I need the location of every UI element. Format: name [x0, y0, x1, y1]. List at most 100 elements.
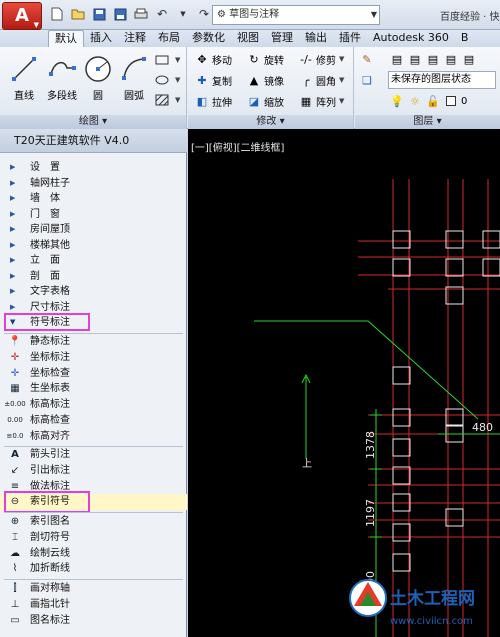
- expand-arrow-icon: ▶: [10, 194, 16, 203]
- tool-elevation-align[interactable]: ≡0.0 标高对齐: [0, 428, 187, 444]
- arc-icon: [116, 51, 152, 87]
- section-symbol-icon: ⌶: [12, 532, 18, 544]
- stretch-tool[interactable]: ◧ 拉伸: [194, 92, 232, 110]
- workspace-select[interactable]: ⚙ 草图与注释 ▼: [212, 5, 380, 25]
- scale-tool[interactable]: ◪ 缩放: [246, 92, 284, 110]
- current-layer-select[interactable]: 💡 ☼ 🔓 0: [389, 92, 467, 110]
- redo-icon[interactable]: ↷: [195, 5, 213, 23]
- stretch-label: 拉伸: [212, 97, 232, 109]
- copy-tool[interactable]: ✚ 复制: [194, 71, 232, 89]
- tool-leader-annotation[interactable]: ↙ 引出标注: [0, 463, 187, 479]
- coordinate-icon: ✛: [10, 352, 20, 364]
- mirror-tool[interactable]: ▲ 镜像: [246, 71, 284, 89]
- rotate-tool[interactable]: ↻ 旋转: [246, 50, 284, 68]
- tool-section-symbol[interactable]: ⌶ 剖切符号: [0, 530, 187, 546]
- new-file-icon[interactable]: [48, 5, 66, 23]
- modify-panel: ✥ 移动 ↻ 旋转 -/- 修剪 ▼ ✚ 复制 ▲ 镜像 ╭ 圆角 ▼ ◧ 拉伸: [188, 47, 354, 129]
- tab-default[interactable]: 默认: [48, 30, 84, 47]
- fillet-tool[interactable]: ╭ 圆角 ▼: [298, 71, 345, 89]
- tab-manage[interactable]: 管理: [265, 30, 299, 47]
- save-as-icon[interactable]: [111, 5, 129, 23]
- layer-state-select[interactable]: 未保存的图层状态: [388, 71, 496, 89]
- ellipse-tool[interactable]: ▼: [154, 71, 180, 89]
- open-folder-icon[interactable]: [69, 5, 87, 23]
- draw-panel-title[interactable]: 绘图 ▾: [0, 115, 186, 129]
- tool-break-line[interactable]: ⌇ 加折断线: [0, 561, 187, 577]
- tool-static-annotation[interactable]: 📍 静态标注: [0, 334, 187, 350]
- tab-autodesk-360[interactable]: Autodesk 360: [367, 30, 455, 47]
- undo-dropdown-icon[interactable]: ▼: [174, 5, 192, 23]
- drawing-canvas[interactable]: [一][俯视][二维线框] 1378 1197 480 上: [188, 129, 500, 637]
- move-tool[interactable]: ✥ 移动: [194, 50, 232, 68]
- move-label: 移动: [212, 55, 232, 67]
- tab-layout[interactable]: 布局: [152, 30, 186, 47]
- layer-icon[interactable]: ▤: [425, 52, 441, 66]
- tool-coordinate-check[interactable]: ✛ 坐标检查: [0, 365, 187, 381]
- layer-icon[interactable]: ▤: [443, 52, 459, 66]
- line-icon: [6, 51, 42, 87]
- tool-drawing-title[interactable]: ▭ 图名标注: [0, 612, 187, 628]
- rectangle-tool[interactable]: ▼: [154, 51, 180, 69]
- arc-tool[interactable]: 圆弧: [116, 51, 152, 102]
- tool-label: 加折断线: [30, 563, 70, 575]
- print-icon[interactable]: [132, 5, 150, 23]
- palette-title: T20天正建筑软件 V4.0: [0, 129, 187, 153]
- circle-tool[interactable]: 圆: [80, 51, 116, 102]
- menu-walls[interactable]: ▶ 墙 体: [0, 191, 187, 207]
- menu-settings[interactable]: ▶ 设 置: [0, 160, 187, 176]
- tool-symmetry-axis[interactable]: ⫿ 画对称轴: [0, 581, 187, 597]
- highlight-box: [4, 313, 90, 331]
- elevation-align-icon: ≡0.0: [6, 431, 24, 440]
- chevron-down-icon: ▼: [339, 76, 345, 84]
- tool-arrow-note[interactable]: A 箭头引注: [0, 447, 187, 463]
- tool-label: 绘制云线: [30, 547, 70, 559]
- modify-panel-title[interactable]: 修改 ▾: [188, 115, 353, 129]
- tab-plugins[interactable]: 插件: [333, 30, 367, 47]
- menu-elevation[interactable]: ▶ 立 面: [0, 253, 187, 269]
- tool-label: 生坐标表: [30, 383, 70, 395]
- layer-icon[interactable]: ▤: [407, 52, 423, 66]
- lock-icon: 🔓: [426, 94, 440, 108]
- sun-icon: ☼: [410, 94, 420, 108]
- watermark-logo: 土木工程网 www.civilcn.com: [349, 579, 475, 627]
- tab-parametric[interactable]: 参数化: [186, 30, 231, 47]
- tool-index-drawing-name[interactable]: ⊕ 索引图名: [0, 514, 187, 530]
- tool-revision-cloud[interactable]: ☁ 绘制云线: [0, 545, 187, 561]
- trim-tool[interactable]: -/- 修剪 ▼: [298, 50, 344, 68]
- menu-axis-columns[interactable]: ▶ 轴网柱子: [0, 176, 187, 192]
- tab-output[interactable]: 输出: [299, 30, 333, 47]
- menu-text-tables[interactable]: ▶ 文字表格: [0, 284, 187, 300]
- layer-properties-tool[interactable]: ✎: [359, 50, 377, 68]
- menu-label: 轴网柱子: [30, 177, 70, 189]
- tool-elevation-annotation[interactable]: ±0.00 标高标注: [0, 397, 187, 413]
- layer-icon[interactable]: ▤: [461, 52, 477, 66]
- tool-elevation-check[interactable]: 0.00 标高检查: [0, 413, 187, 429]
- tab-view[interactable]: 视图: [231, 30, 265, 47]
- layer-state-tool[interactable]: ❏: [359, 71, 377, 89]
- menu-rooms-roofs[interactable]: ▶ 房间屋顶: [0, 222, 187, 238]
- undo-icon[interactable]: ↶: [153, 5, 171, 23]
- application-menu-button[interactable]: A ▼: [2, 2, 42, 30]
- tool-label: 标高检查: [30, 414, 70, 426]
- ucs-label: 上: [302, 458, 312, 470]
- tool-north-arrow[interactable]: ⊥ 画指北针: [0, 597, 187, 613]
- tool-label: 图名标注: [30, 614, 70, 626]
- expand-arrow-icon: ▶: [10, 178, 16, 187]
- menu-doors-windows[interactable]: ▶ 门 窗: [0, 207, 187, 223]
- hatch-tool[interactable]: ▼: [154, 91, 180, 109]
- tool-coordinate-annotation[interactable]: ✛ 坐标标注: [0, 350, 187, 366]
- tool-coordinate-table[interactable]: ▦ 生坐标表: [0, 381, 187, 397]
- cad-drawing: 1378 1197 1500 480 上: [254, 179, 500, 637]
- expand-arrow-icon: ▶: [10, 271, 16, 280]
- polyline-tool[interactable]: 多段线: [42, 51, 82, 102]
- tab-annotate[interactable]: 注释: [118, 30, 152, 47]
- tab-insert[interactable]: 插入: [84, 30, 118, 47]
- menu-section[interactable]: ▶ 剖 面: [0, 269, 187, 285]
- line-tool[interactable]: 直线: [6, 51, 42, 102]
- layer-panel-title[interactable]: 图层 ▾: [355, 115, 500, 129]
- save-icon[interactable]: [90, 5, 108, 23]
- array-tool[interactable]: ▦ 阵列 ▼: [298, 92, 345, 110]
- layer-icon[interactable]: ▤: [389, 52, 405, 66]
- tab-b[interactable]: B: [455, 30, 475, 47]
- menu-stairs-other[interactable]: ▶ 楼梯其他: [0, 238, 187, 254]
